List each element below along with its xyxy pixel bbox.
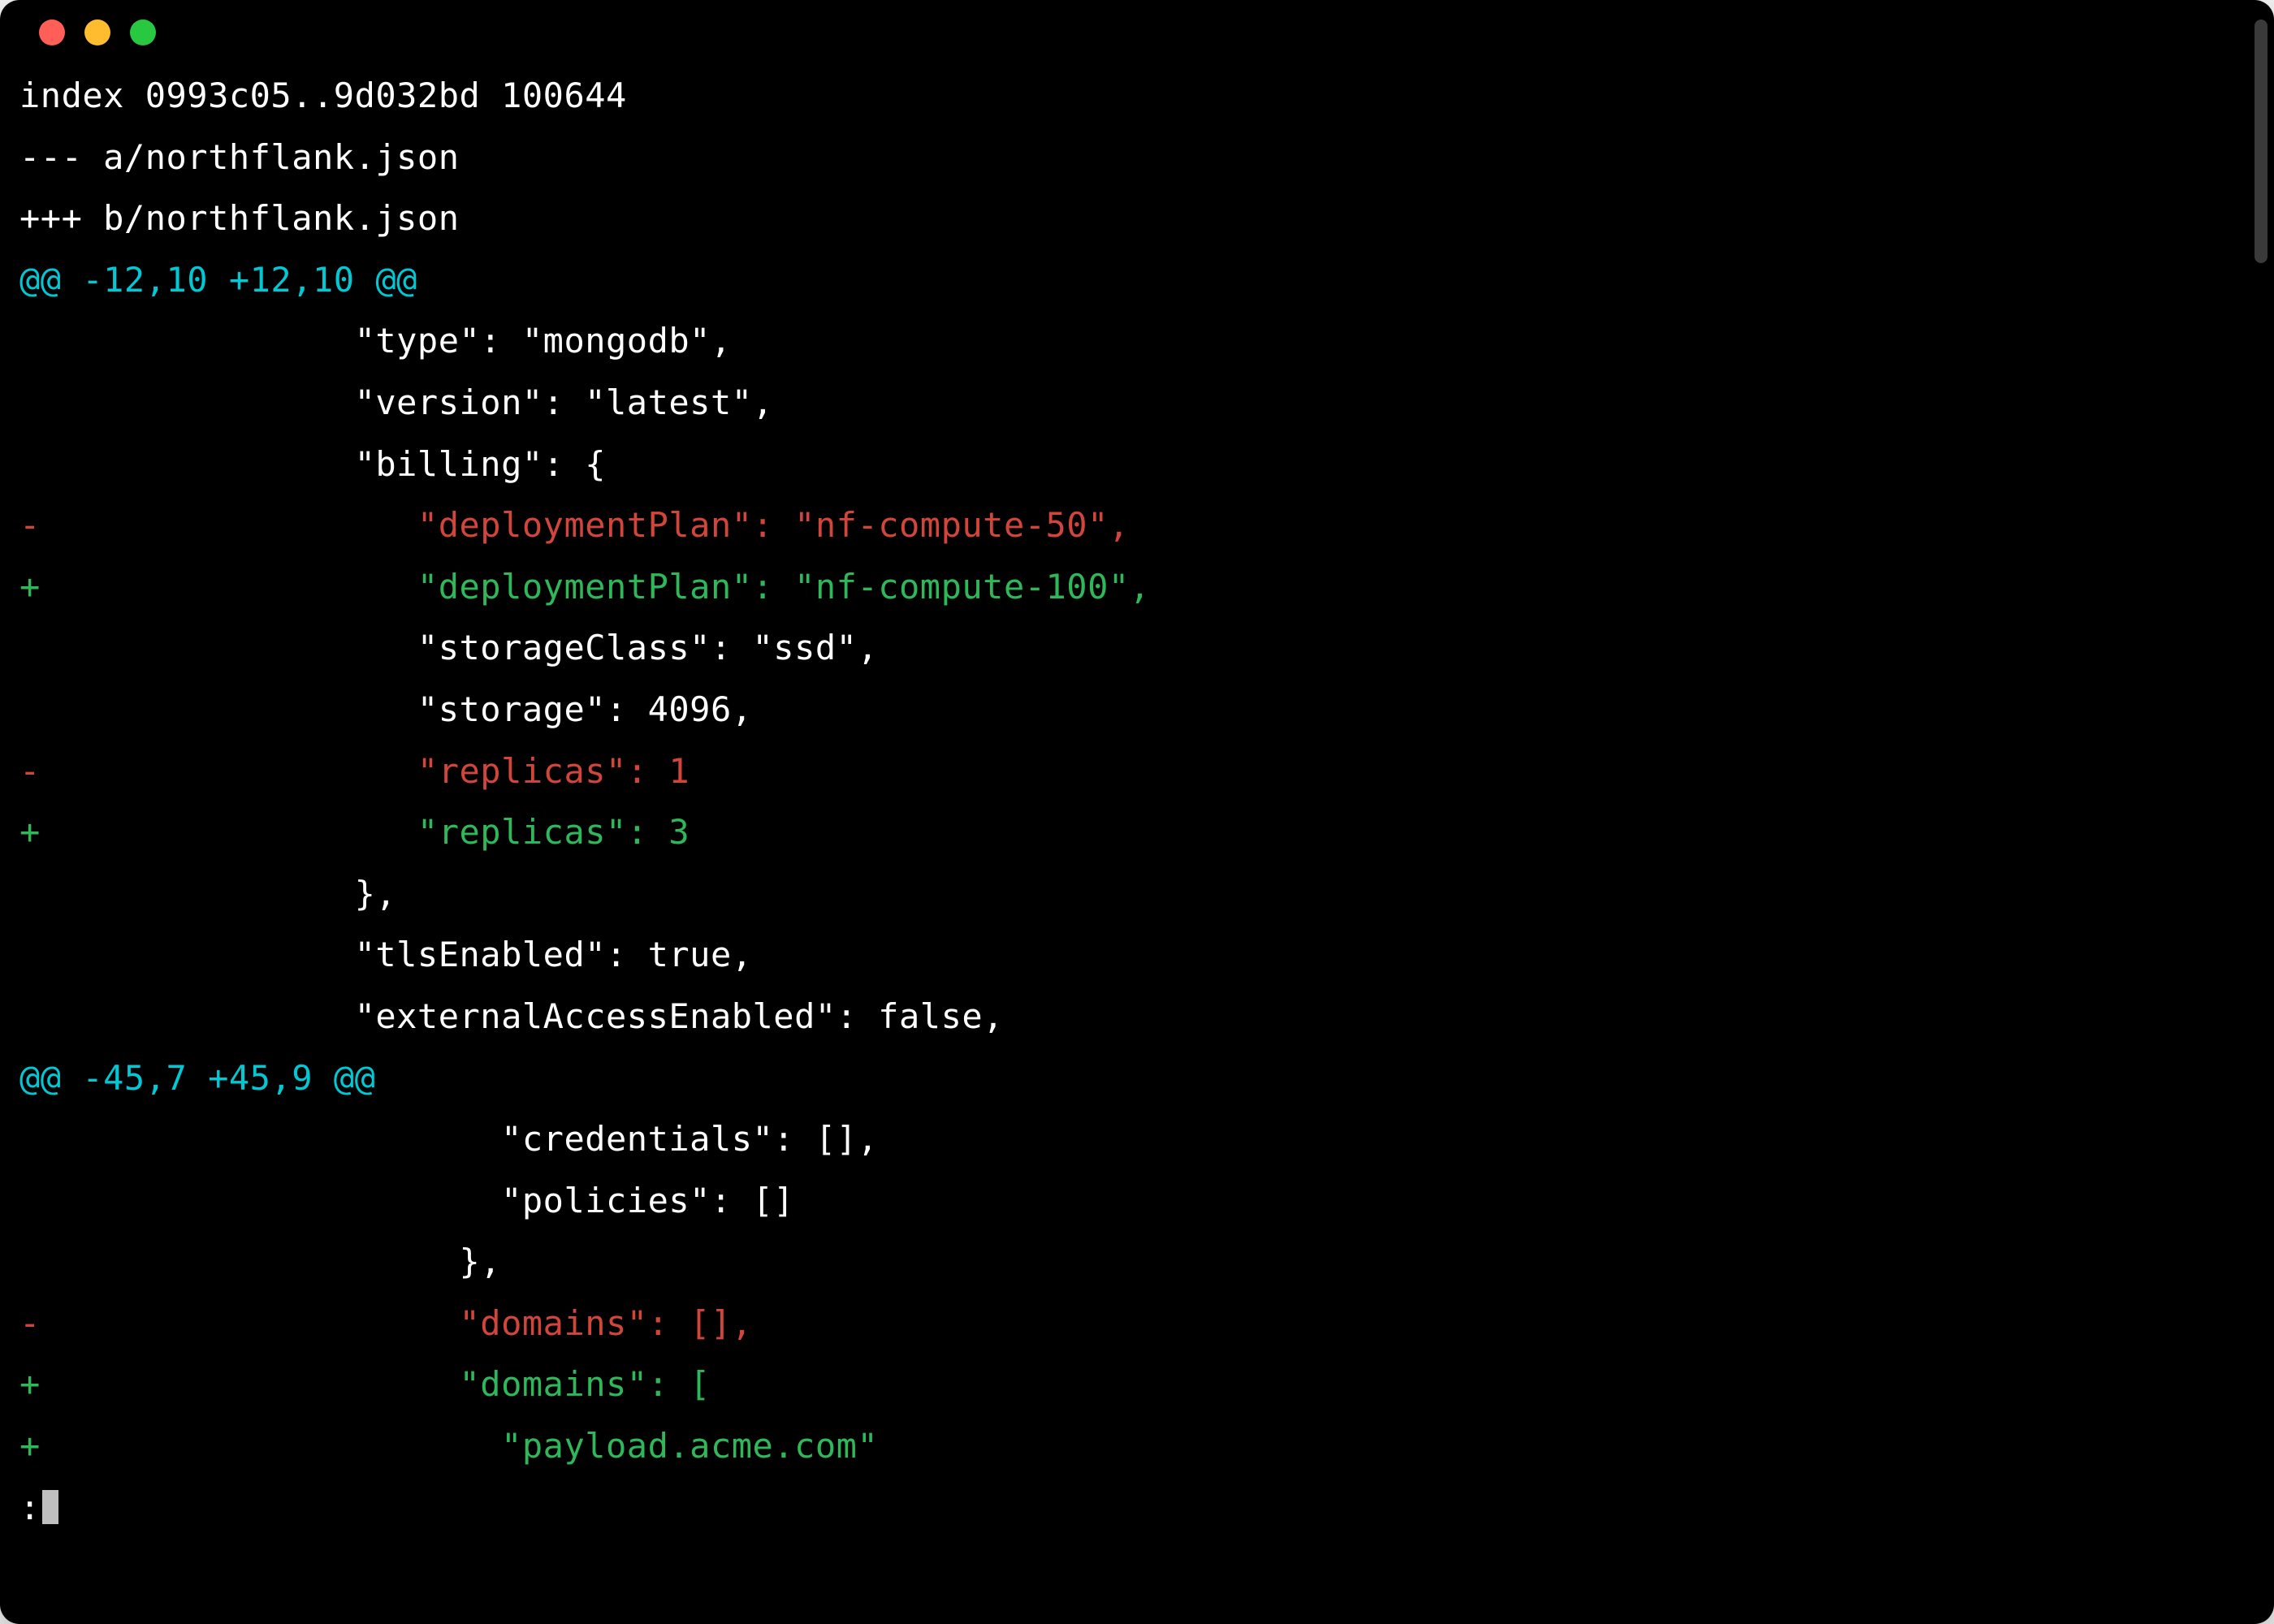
diff-index-line: index 0993c05..9d032bd 100644 [19, 65, 2255, 127]
diff-line-context: }, [19, 1231, 2255, 1293]
diff-from-file: --- a/northflank.json [19, 127, 2255, 188]
maximize-button[interactable] [130, 19, 156, 45]
close-button[interactable] [39, 19, 65, 45]
terminal-window: index 0993c05..9d032bd 100644 --- a/nort… [0, 0, 2274, 1624]
scrollbar[interactable] [2255, 19, 2268, 263]
diff-line-context: "storageClass": "ssd", [19, 617, 2255, 679]
diff-line-context: "credentials": [], [19, 1108, 2255, 1170]
diff-line-added: + "deploymentPlan": "nf-compute-100", [19, 556, 2255, 618]
diff-line-context: }, [19, 863, 2255, 925]
diff-line-removed: - "deploymentPlan": "nf-compute-50", [19, 495, 2255, 556]
diff-line-context: "policies": [] [19, 1170, 2255, 1232]
diff-hunk-marker: @@ -12,10 +12,10 @@ [19, 249, 2255, 311]
diff-line-removed: - "domains": [], [19, 1293, 2255, 1354]
diff-line-context: "version": "latest", [19, 372, 2255, 434]
pager-prompt[interactable]: : [19, 1477, 2255, 1539]
diff-body: @@ -12,10 +12,10 @@ "type": "mongodb", "… [19, 249, 2255, 1477]
title-bar [0, 0, 2274, 65]
diff-line-added: + "replicas": 3 [19, 801, 2255, 863]
diff-line-context: "type": "mongodb", [19, 310, 2255, 372]
prompt-symbol: : [19, 1477, 41, 1539]
diff-line-added: + "domains": [ [19, 1354, 2255, 1415]
diff-to-file: +++ b/northflank.json [19, 188, 2255, 249]
diff-line-context: "storage": 4096, [19, 679, 2255, 741]
terminal-content[interactable]: index 0993c05..9d032bd 100644 --- a/nort… [0, 65, 2274, 1557]
diff-hunk-marker: @@ -45,7 +45,9 @@ [19, 1047, 2255, 1109]
diff-line-context: "externalAccessEnabled": false, [19, 986, 2255, 1047]
diff-line-added: + "payload.acme.com" [19, 1415, 2255, 1477]
minimize-button[interactable] [84, 19, 110, 45]
diff-line-context: "billing": { [19, 434, 2255, 495]
diff-line-context: "tlsEnabled": true, [19, 924, 2255, 986]
cursor [42, 1490, 58, 1524]
diff-line-removed: - "replicas": 1 [19, 741, 2255, 802]
